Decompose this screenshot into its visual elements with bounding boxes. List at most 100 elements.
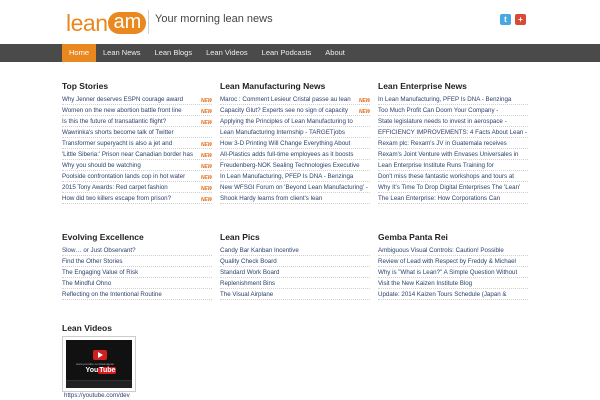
list-item[interactable]: EFFICIENCY IMPROVEMENTS: 4 Facts About L…: [378, 127, 528, 138]
list-item[interactable]: New WFSGI Forum on 'Beyond Lean Manufact…: [220, 182, 370, 193]
list-item[interactable]: Rexam plc: Rexam's JV in Guatemala recei…: [378, 138, 528, 149]
story-link[interactable]: Lean Manufacturing Internship - TARGETjo…: [220, 129, 345, 136]
story-link[interactable]: Quality Check Board: [220, 258, 277, 265]
nav-item-lean-news[interactable]: Lean News: [96, 44, 148, 62]
story-link[interactable]: In Lean Manufacturing, PFEP Is DNA - Ben…: [220, 173, 353, 180]
list-item[interactable]: Poolside confrontation lands cop in hot …: [62, 171, 212, 182]
story-link[interactable]: All-Plastics adds full-time employees as…: [220, 151, 353, 158]
list-item[interactable]: Applying the Principles of Lean Manufact…: [220, 116, 370, 127]
nav-item-lean-podcasts[interactable]: Lean Podcasts: [255, 44, 319, 62]
story-link[interactable]: Update: 2014 Kaizen Tours Schedule (Japa…: [378, 291, 507, 298]
list-item[interactable]: Transformer superyacht is also a jet and…: [62, 138, 212, 149]
list-item[interactable]: Review of Lead with Respect by Freddy & …: [378, 256, 528, 267]
list-item[interactable]: Maroc : Comment Lesieur Cristal passe au…: [220, 94, 370, 105]
list-item[interactable]: In Lean Manufacturing, PFEP Is DNA - Ben…: [220, 171, 370, 182]
list-item[interactable]: 'Little Siberia:' Prison near Canadian b…: [62, 149, 212, 160]
story-link[interactable]: 'Little Siberia:' Prison near Canadian b…: [62, 151, 193, 158]
nav-item-lean-blogs[interactable]: Lean Blogs: [148, 44, 200, 62]
list-item[interactable]: Ambiguous Visual Controls: Caution! Poss…: [378, 245, 528, 256]
story-link[interactable]: Standard Work Board: [220, 269, 279, 276]
list-item[interactable]: Slow… or Just Observant?: [62, 245, 212, 256]
story-link[interactable]: Rexam's Joint Venture with Envases Unive…: [378, 151, 518, 158]
story-link[interactable]: 2015 Tony Awards: Red carpet fashion: [62, 184, 168, 191]
story-link[interactable]: Why is "What is Lean?" A Simple Question…: [378, 269, 517, 276]
list-item[interactable]: Why It's Time To Drop Digital Enterprise…: [378, 182, 528, 193]
story-link[interactable]: Women on the new abortion battle front l…: [62, 107, 182, 114]
video-thumbnail[interactable]: www.youtube.com/leanjapan YouTube: [62, 336, 136, 392]
story-link[interactable]: Transformer superyacht is also a jet and: [62, 140, 172, 147]
story-link[interactable]: In Lean Manufacturing, PFEP Is DNA - Ben…: [378, 96, 511, 103]
story-link[interactable]: Capacity Glut? Experts see no sign of ca…: [220, 107, 348, 114]
story-link[interactable]: Poolside confrontation lands cop in hot …: [62, 173, 185, 180]
story-link[interactable]: Ambiguous Visual Controls: Caution! Poss…: [378, 247, 504, 254]
play-icon[interactable]: [93, 350, 107, 360]
list-item[interactable]: Why Jenner deserves ESPN courage award NE…: [62, 94, 212, 105]
list-item[interactable]: Quality Check Board: [220, 256, 370, 267]
story-link[interactable]: How 3-D Printing Will Change Everything …: [220, 140, 350, 147]
list-item[interactable]: Don't miss these fantastic workshops and…: [378, 171, 528, 182]
story-link[interactable]: Applying the Principles of Lean Manufact…: [220, 118, 353, 125]
story-link[interactable]: Reflecting on the Intentional Routine: [62, 291, 162, 298]
list-item[interactable]: How did two killers escape from prison? N…: [62, 193, 212, 204]
story-link[interactable]: Wawrinka's shorts become talk of Twitter: [62, 129, 174, 136]
story-link[interactable]: The Mindful Ohno: [62, 280, 111, 287]
list-item[interactable]: Visit the New Kaizen Institute Blog: [378, 278, 528, 289]
list-item[interactable]: Find the Other Stories: [62, 256, 212, 267]
list-item[interactable]: Standard Work Board: [220, 267, 370, 278]
story-link[interactable]: EFFICIENCY IMPROVEMENTS: 4 Facts About L…: [378, 129, 527, 136]
list-item[interactable]: State legislature needs to invest in aer…: [378, 116, 528, 127]
list-item[interactable]: Reflecting on the Intentional Routine: [62, 289, 212, 300]
list-item[interactable]: The Engaging Value of Risk: [62, 267, 212, 278]
story-link[interactable]: Find the Other Stories: [62, 258, 123, 265]
list-item[interactable]: The Mindful Ohno: [62, 278, 212, 289]
story-link[interactable]: Maroc : Comment Lesieur Cristal passe au…: [220, 96, 351, 103]
story-link[interactable]: Review of Lead with Respect by Freddy & …: [378, 258, 516, 265]
story-link[interactable]: Why Jenner deserves ESPN courage award: [62, 96, 183, 103]
list-item[interactable]: Freudenberg-NOK Sealing Technologies Exe…: [220, 160, 370, 171]
video-control-bar[interactable]: [66, 380, 132, 388]
list-item[interactable]: Wawrinka's shorts become talk of Twitter: [62, 127, 212, 138]
story-link[interactable]: State legislature needs to invest in aer…: [378, 118, 507, 125]
list-item[interactable]: The Visual Airplane: [220, 289, 370, 300]
list-item[interactable]: Update: 2014 Kaizen Tours Schedule (Japa…: [378, 289, 528, 300]
story-link[interactable]: Too Much Profit Can Doom Your Company -: [378, 107, 498, 114]
list-item[interactable]: Is this the future of transatlantic flig…: [62, 116, 212, 127]
story-link[interactable]: Replenishment Bins: [220, 280, 275, 287]
google-plus-icon[interactable]: +: [515, 14, 526, 25]
story-link[interactable]: Slow… or Just Observant?: [62, 247, 136, 254]
video-player[interactable]: www.youtube.com/leanjapan YouTube: [66, 340, 132, 388]
list-item[interactable]: All-Plastics adds full-time employees as…: [220, 149, 370, 160]
list-item[interactable]: How 3-D Printing Will Change Everything …: [220, 138, 370, 149]
story-link[interactable]: Shook Hardy learns from client's lean: [220, 195, 322, 202]
list-item[interactable]: Rexam's Joint Venture with Envases Unive…: [378, 149, 528, 160]
list-item[interactable]: Women on the new abortion battle front l…: [62, 105, 212, 116]
list-item[interactable]: Lean Manufacturing Internship - TARGETjo…: [220, 127, 370, 138]
list-item[interactable]: In Lean Manufacturing, PFEP Is DNA - Ben…: [378, 94, 528, 105]
story-link[interactable]: Visit the New Kaizen Institute Blog: [378, 280, 472, 287]
twitter-icon[interactable]: t: [500, 14, 511, 25]
story-link[interactable]: Don't miss these fantastic workshops and…: [378, 173, 514, 180]
story-link[interactable]: Why It's Time To Drop Digital Enterprise…: [378, 184, 520, 191]
story-link[interactable]: Is this the future of transatlantic flig…: [62, 118, 166, 125]
list-item[interactable]: Capacity Glut? Experts see no sign of ca…: [220, 105, 370, 116]
list-item[interactable]: Too Much Profit Can Doom Your Company -: [378, 105, 528, 116]
list-item[interactable]: 2015 Tony Awards: Red carpet fashion NEW: [62, 182, 212, 193]
story-link[interactable]: Why you should be watching: [62, 162, 141, 169]
list-item[interactable]: The Lean Enterprise: How Corporations Ca…: [378, 193, 528, 204]
story-link[interactable]: Candy Bar Kanban Incentive: [220, 247, 299, 254]
story-link[interactable]: The Visual Airplane: [220, 291, 273, 298]
story-link[interactable]: Lean Enterprise Institute Runs Training …: [378, 162, 494, 169]
story-link[interactable]: Freudenberg-NOK Sealing Technologies Exe…: [220, 162, 360, 169]
list-item[interactable]: Candy Bar Kanban Incentive: [220, 245, 370, 256]
list-item[interactable]: Shook Hardy learns from client's lean: [220, 193, 370, 204]
story-link[interactable]: New WFSGI Forum on 'Beyond Lean Manufact…: [220, 184, 368, 191]
site-logo[interactable]: lean am: [66, 10, 147, 36]
video-link[interactable]: https://youtube.com/dev: [64, 392, 130, 399]
story-link[interactable]: Rexam plc: Rexam's JV in Guatemala recei…: [378, 140, 507, 147]
nav-item-lean-videos[interactable]: Lean Videos: [199, 44, 255, 62]
list-item[interactable]: Replenishment Bins: [220, 278, 370, 289]
list-item[interactable]: Lean Enterprise Institute Runs Training …: [378, 160, 528, 171]
nav-item-about[interactable]: About: [318, 44, 352, 62]
list-item[interactable]: Why is "What is Lean?" A Simple Question…: [378, 267, 528, 278]
nav-item-home[interactable]: Home: [62, 44, 97, 62]
